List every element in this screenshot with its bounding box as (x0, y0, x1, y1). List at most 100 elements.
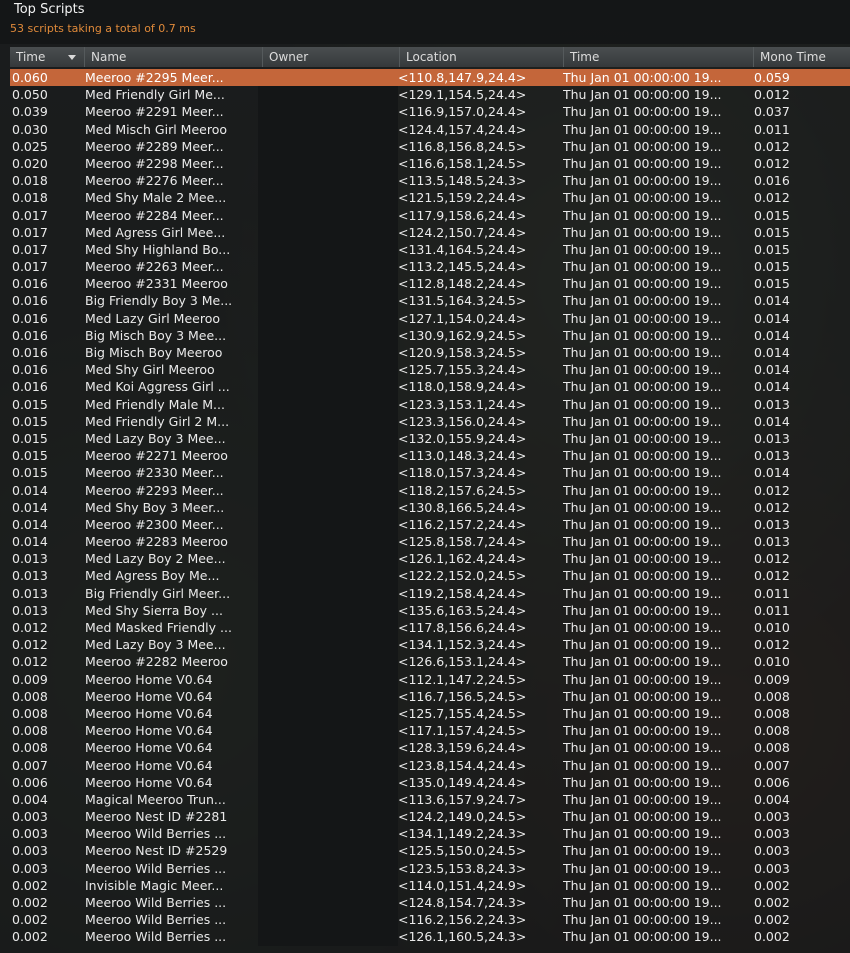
table-row[interactable]: 0.002 Meeroo Wild Berries ... <116.2,156.2… (10, 911, 850, 929)
row-date-cell: Thu Jan 01 00:00:00 19... (563, 293, 722, 309)
table-row[interactable]: 0.002 Meeroo Wild Berries ... <126.1,160.5… (10, 928, 850, 946)
table-header: Time Name Owner Location Time Mono Time (10, 47, 850, 67)
row-owner-cell (258, 378, 398, 396)
table-row[interactable]: 0.015 Meeroo #2271 Meeroo <113.0,148.3,24.… (10, 447, 850, 465)
row-time-cell: 0.016 (12, 310, 48, 326)
table-row[interactable]: 0.016 Med Koi Aggress Girl ... <118.0,158.… (10, 378, 850, 396)
row-date-cell: Thu Jan 01 00:00:00 19... (563, 534, 722, 550)
table-row[interactable]: 0.007 Meeroo Home V0.64 <123.8,154.4,24.4>… (10, 756, 850, 774)
table-row[interactable]: 0.017 Med Shy Highland Bo... <131.4,164.5,… (10, 240, 850, 259)
table-row[interactable]: 0.015 Med Friendly Male M... <123.3,153.1,… (10, 395, 850, 413)
table-row[interactable]: 0.014 Med Shy Boy 3 Meer... <130.8,166.5,2… (10, 498, 850, 516)
table-row[interactable]: 0.002 Meeroo Wild Berries ... <124.8,154.7… (10, 894, 850, 912)
row-time-cell: 0.002 (12, 877, 48, 893)
row-date-cell: Thu Jan 01 00:00:00 19... (563, 327, 722, 343)
row-location-cell: <116.8,156.8,24.5> (398, 138, 527, 154)
table-row[interactable]: 0.012 Med Lazy Boy 3 Mee... <134.1,152.3,2… (10, 636, 850, 654)
table-row[interactable]: 0.016 Med Lazy Girl Meeroo <127.1,154.0,24… (10, 309, 850, 327)
table-row[interactable]: 0.002 Invisible Magic Meer... <114.0,151.4… (10, 876, 850, 894)
table-row[interactable]: 0.016 Big Friendly Boy 3 Me... <131.5,164.… (10, 292, 850, 310)
table-row[interactable]: 0.030 Med Misch Girl Meeroo <124.4,157.4,2… (10, 120, 850, 138)
table-row[interactable]: 0.060 Meeroo #2295 Meer... <110.8,147.9,24… (10, 69, 850, 87)
table-row[interactable]: 0.017 Med Agress Girl Mee... <124.2,150.7,… (10, 223, 850, 241)
column-header-owner[interactable]: Owner (263, 47, 400, 67)
row-name-cell: Meeroo Home V0.64 (85, 774, 213, 790)
row-date-cell: Thu Jan 01 00:00:00 19... (563, 826, 722, 842)
row-name-cell: Meeroo #2283 Meeroo (85, 534, 228, 550)
table-row[interactable]: 0.003 Meeroo Wild Berries ... <134.1,149.2… (10, 825, 850, 843)
table-row[interactable]: 0.016 Med Shy Girl Meeroo <125.7,155.3,24.… (10, 361, 850, 379)
row-mono-time-cell: 0.007 (754, 757, 790, 773)
table-row[interactable]: 0.013 Med Shy Sierra Boy ... <135.6,163.5,… (10, 601, 850, 619)
row-mono-time-cell: 0.008 (754, 688, 790, 704)
column-header-time[interactable]: Time (10, 47, 85, 67)
table-row[interactable]: 0.012 Med Masked Friendly ... <117.8,156.6… (10, 619, 850, 637)
table-row[interactable]: 0.013 Med Agress Boy Me... <122.2,152.0,24… (10, 567, 850, 585)
table-row[interactable]: 0.008 Meeroo Home V0.64 <128.3,159.6,24.4>… (10, 739, 850, 757)
row-location-cell: <135.0,149.4,24.4> (398, 774, 527, 790)
row-owner-cell (258, 103, 398, 121)
table-row[interactable]: 0.018 Meeroo #2276 Meer... <113.5,148.5,24… (10, 172, 850, 190)
table-row[interactable]: 0.020 Meeroo #2298 Meer... <116.6,158.1,24… (10, 154, 850, 173)
table-row[interactable]: 0.008 Meeroo Home V0.64 <125.7,155.4,24.5>… (10, 704, 850, 723)
table-row[interactable]: 0.014 Meeroo #2293 Meer... <118.2,157.6,24… (10, 481, 850, 499)
column-header-mono-time[interactable]: Mono Time (754, 47, 850, 67)
row-mono-time-cell: 0.013 (754, 534, 790, 550)
table-row[interactable]: 0.015 Meeroo #2330 Meer... <118.0,157.3,24… (10, 464, 850, 482)
table-row[interactable]: 0.009 Meeroo Home V0.64 <112.1,147.2,24.5>… (10, 670, 850, 688)
table-row[interactable]: 0.008 Meeroo Home V0.64 <117.1,157.4,24.5>… (10, 722, 850, 740)
table-row[interactable]: 0.013 Med Lazy Boy 2 Mee... <126.1,162.4,2… (10, 550, 850, 568)
table-row[interactable]: 0.017 Meeroo #2263 Meer... <113.2,145.5,24… (10, 258, 850, 276)
table-row[interactable]: 0.050 Med Friendly Girl Me... <129.1,154.5… (10, 86, 850, 104)
row-time-cell: 0.002 (12, 912, 48, 928)
row-time-cell: 0.025 (12, 138, 48, 154)
table-row[interactable]: 0.017 Meeroo #2284 Meer... <117.9,158.6,24… (10, 206, 850, 224)
row-name-cell: Meeroo Wild Berries ... (85, 912, 227, 928)
table-row[interactable]: 0.018 Med Shy Male 2 Mee... <121.5,159.2,2… (10, 189, 850, 207)
table-row[interactable]: 0.016 Big Misch Boy Meeroo <120.9,158.3,24… (10, 344, 850, 362)
table-row[interactable]: 0.016 Meeroo #2331 Meeroo <112.8,148.2,24.… (10, 275, 850, 293)
row-time-cell: 0.003 (12, 826, 48, 842)
row-owner-cell (258, 137, 398, 155)
table-row[interactable]: 0.039 Meeroo #2291 Meer... <116.9,157.0,24… (10, 103, 850, 121)
row-name-cell: Med Agress Boy Me... (85, 568, 220, 584)
row-mono-time-cell: 0.014 (754, 362, 790, 378)
table-row[interactable]: 0.014 Meeroo #2300 Meer... <116.2,157.2,24… (10, 515, 850, 534)
row-owner-cell (258, 773, 398, 791)
row-owner-cell (258, 601, 398, 619)
row-date-cell: Thu Jan 01 00:00:00 19... (563, 895, 722, 910)
row-name-cell: Big Misch Boy Meeroo (85, 345, 223, 360)
column-header-name[interactable]: Name (85, 47, 263, 67)
table-row[interactable]: 0.014 Meeroo #2283 Meeroo <125.8,158.7,24.… (10, 533, 850, 551)
table-row[interactable]: 0.025 Meeroo #2289 Meer... <116.8,156.8,24… (10, 137, 850, 155)
row-name-cell: Meeroo #2282 Meeroo (85, 654, 228, 670)
table-row[interactable]: 0.016 Big Misch Boy 3 Mee... <130.9,162.9,… (10, 326, 850, 344)
row-owner-cell (258, 240, 398, 259)
row-owner-cell (258, 258, 398, 276)
column-header-date[interactable]: Time (564, 47, 754, 67)
row-mono-time-cell: 0.011 (754, 121, 790, 137)
row-location-cell: <112.1,147.2,24.5> (398, 671, 527, 687)
table-row[interactable]: 0.008 Meeroo Home V0.64 <116.7,156.5,24.5>… (10, 687, 850, 705)
table-row[interactable]: 0.003 Meeroo Nest ID #2529 <125.5,150.0,24… (10, 842, 850, 860)
row-time-cell: 0.015 (12, 396, 48, 412)
table-row[interactable]: 0.006 Meeroo Home V0.64 <135.0,149.4,24.4>… (10, 773, 850, 791)
row-mono-time-cell: 0.014 (754, 310, 790, 326)
table-row[interactable]: 0.015 Med Friendly Girl 2 M... <123.3,156.… (10, 412, 850, 430)
row-mono-time-cell: 0.002 (754, 912, 790, 928)
table-row[interactable]: 0.003 Meeroo Wild Berries ... <123.5,153.8… (10, 859, 850, 877)
table-row[interactable]: 0.012 Meeroo #2282 Meeroo <126.6,153.1,24.… (10, 653, 850, 671)
row-time-cell: 0.016 (12, 293, 48, 309)
row-owner-cell (258, 636, 398, 654)
row-time-cell: 0.006 (12, 774, 48, 790)
row-owner-cell (258, 464, 398, 482)
row-name-cell: Meeroo #2289 Meer... (85, 138, 224, 154)
row-name-cell: Med Shy Boy 3 Meer... (85, 499, 225, 515)
table-row[interactable]: 0.003 Meeroo Nest ID #2281 <124.2,149.0,24… (10, 808, 850, 826)
row-date-cell: Thu Jan 01 00:00:00 19... (563, 482, 722, 498)
column-header-location[interactable]: Location (400, 47, 564, 67)
table-row[interactable]: 0.013 Big Friendly Girl Meer... <119.2,158… (10, 584, 850, 602)
title-bar[interactable]: Top Scripts (0, 0, 850, 20)
table-row[interactable]: 0.004 Magical Meeroo Trun... <113.6,157.9,… (10, 790, 850, 809)
table-row[interactable]: 0.015 Med Lazy Boy 3 Mee... <132.0,155.9,2… (10, 429, 850, 448)
